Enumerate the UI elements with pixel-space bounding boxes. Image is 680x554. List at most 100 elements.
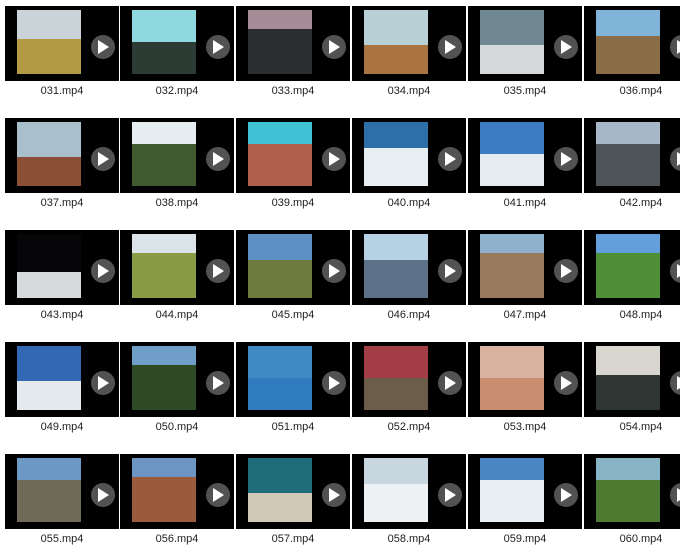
file-item[interactable]: 056.mp4 bbox=[120, 454, 234, 554]
video-thumbnail[interactable] bbox=[468, 6, 582, 81]
thumbnail-image bbox=[596, 234, 660, 298]
file-item[interactable]: 035.mp4 bbox=[468, 6, 582, 106]
play-icon[interactable] bbox=[670, 259, 680, 283]
video-thumbnail[interactable] bbox=[5, 342, 119, 417]
play-icon[interactable] bbox=[91, 147, 115, 171]
file-item[interactable]: 053.mp4 bbox=[468, 342, 582, 442]
file-item[interactable]: 045.mp4 bbox=[236, 230, 350, 330]
file-item[interactable]: 055.mp4 bbox=[5, 454, 119, 554]
thumbnail-image bbox=[17, 234, 81, 298]
video-thumbnail[interactable] bbox=[468, 454, 582, 529]
play-icon[interactable] bbox=[91, 35, 115, 59]
file-item[interactable]: 048.mp4 bbox=[584, 230, 680, 330]
file-item[interactable]: 057.mp4 bbox=[236, 454, 350, 554]
play-icon[interactable] bbox=[322, 35, 346, 59]
file-item[interactable]: 043.mp4 bbox=[5, 230, 119, 330]
file-item[interactable]: 031.mp4 bbox=[5, 6, 119, 106]
video-thumbnail[interactable] bbox=[236, 342, 350, 417]
video-thumbnail[interactable] bbox=[584, 454, 680, 529]
video-thumbnail[interactable] bbox=[5, 454, 119, 529]
thumbnail-image bbox=[596, 122, 660, 186]
play-icon[interactable] bbox=[438, 147, 462, 171]
play-icon[interactable] bbox=[554, 147, 578, 171]
play-icon[interactable] bbox=[554, 259, 578, 283]
video-thumbnail[interactable] bbox=[584, 6, 680, 81]
thumbnail-image bbox=[480, 458, 544, 522]
file-item[interactable]: 036.mp4 bbox=[584, 6, 680, 106]
play-icon[interactable] bbox=[670, 483, 680, 507]
file-item[interactable]: 051.mp4 bbox=[236, 342, 350, 442]
file-item[interactable]: 047.mp4 bbox=[468, 230, 582, 330]
play-icon[interactable] bbox=[322, 147, 346, 171]
video-thumbnail[interactable] bbox=[5, 230, 119, 305]
video-thumbnail[interactable] bbox=[120, 230, 234, 305]
video-thumbnail[interactable] bbox=[5, 118, 119, 193]
thumbnail-sky bbox=[364, 10, 428, 46]
file-item[interactable]: 050.mp4 bbox=[120, 342, 234, 442]
play-icon[interactable] bbox=[206, 147, 230, 171]
file-item[interactable]: 046.mp4 bbox=[352, 230, 466, 330]
video-thumbnail[interactable] bbox=[236, 6, 350, 81]
video-thumbnail[interactable] bbox=[5, 6, 119, 81]
video-thumbnail[interactable] bbox=[120, 118, 234, 193]
file-item[interactable]: 034.mp4 bbox=[352, 6, 466, 106]
file-name: 032.mp4 bbox=[155, 85, 199, 97]
thumbnail-sky bbox=[364, 234, 428, 260]
play-icon[interactable] bbox=[554, 483, 578, 507]
play-icon[interactable] bbox=[322, 483, 346, 507]
play-icon[interactable] bbox=[206, 371, 230, 395]
play-icon[interactable] bbox=[438, 35, 462, 59]
play-icon[interactable] bbox=[91, 483, 115, 507]
video-thumbnail[interactable] bbox=[236, 454, 350, 529]
play-icon[interactable] bbox=[554, 35, 578, 59]
play-icon[interactable] bbox=[438, 483, 462, 507]
file-item[interactable]: 040.mp4 bbox=[352, 118, 466, 218]
video-thumbnail[interactable] bbox=[584, 342, 680, 417]
play-icon[interactable] bbox=[322, 371, 346, 395]
file-name: 058.mp4 bbox=[387, 533, 431, 545]
video-thumbnail[interactable] bbox=[352, 454, 466, 529]
file-item[interactable]: 039.mp4 bbox=[236, 118, 350, 218]
play-icon[interactable] bbox=[670, 147, 680, 171]
file-item[interactable]: 044.mp4 bbox=[120, 230, 234, 330]
video-thumbnail[interactable] bbox=[120, 6, 234, 81]
play-icon[interactable] bbox=[438, 259, 462, 283]
video-thumbnail[interactable] bbox=[236, 118, 350, 193]
play-icon[interactable] bbox=[206, 483, 230, 507]
play-icon[interactable] bbox=[91, 259, 115, 283]
video-thumbnail[interactable] bbox=[352, 118, 466, 193]
play-icon[interactable] bbox=[554, 371, 578, 395]
play-icon[interactable] bbox=[206, 259, 230, 283]
video-thumbnail[interactable] bbox=[236, 230, 350, 305]
file-item[interactable]: 038.mp4 bbox=[120, 118, 234, 218]
thumbnail-ground bbox=[364, 45, 428, 74]
file-item[interactable]: 054.mp4 bbox=[584, 342, 680, 442]
play-icon[interactable] bbox=[91, 371, 115, 395]
video-thumbnail[interactable] bbox=[468, 230, 582, 305]
play-icon[interactable] bbox=[670, 35, 680, 59]
play-icon[interactable] bbox=[670, 371, 680, 395]
file-item[interactable]: 058.mp4 bbox=[352, 454, 466, 554]
video-thumbnail[interactable] bbox=[352, 230, 466, 305]
file-item[interactable]: 059.mp4 bbox=[468, 454, 582, 554]
video-thumbnail[interactable] bbox=[468, 118, 582, 193]
play-icon[interactable] bbox=[206, 35, 230, 59]
video-thumbnail[interactable] bbox=[352, 6, 466, 81]
file-item[interactable]: 037.mp4 bbox=[5, 118, 119, 218]
video-thumbnail[interactable] bbox=[584, 118, 680, 193]
file-item[interactable]: 052.mp4 bbox=[352, 342, 466, 442]
video-thumbnail[interactable] bbox=[584, 230, 680, 305]
file-item[interactable]: 032.mp4 bbox=[120, 6, 234, 106]
file-item[interactable]: 042.mp4 bbox=[584, 118, 680, 218]
file-item[interactable]: 060.mp4 bbox=[584, 454, 680, 554]
video-thumbnail[interactable] bbox=[120, 454, 234, 529]
play-icon[interactable] bbox=[438, 371, 462, 395]
file-item[interactable]: 033.mp4 bbox=[236, 6, 350, 106]
file-item[interactable]: 041.mp4 bbox=[468, 118, 582, 218]
video-thumbnail[interactable] bbox=[352, 342, 466, 417]
video-thumbnail[interactable] bbox=[468, 342, 582, 417]
video-thumbnail[interactable] bbox=[120, 342, 234, 417]
thumbnail-sky bbox=[480, 234, 544, 254]
play-icon[interactable] bbox=[322, 259, 346, 283]
file-item[interactable]: 049.mp4 bbox=[5, 342, 119, 442]
